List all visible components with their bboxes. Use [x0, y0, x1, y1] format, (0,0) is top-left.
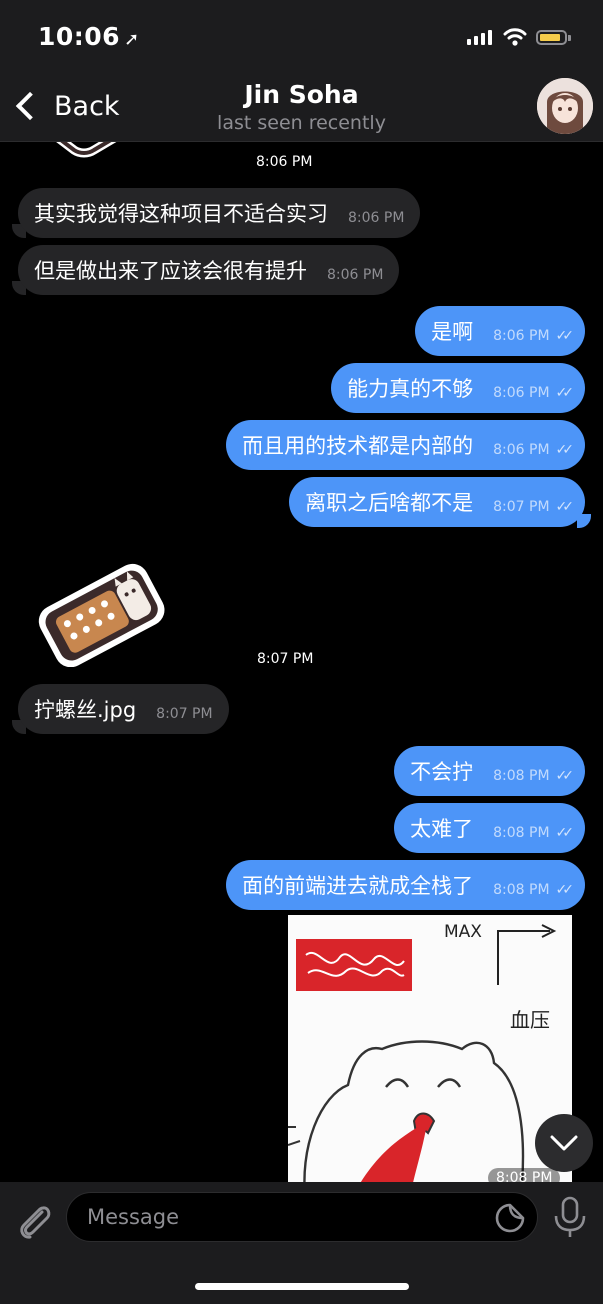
battery-icon — [536, 30, 571, 45]
message-bubble-outgoing[interactable]: 面的前端进去就成全栈了 8:08 PM ✓✓ — [226, 860, 585, 910]
scroll-to-bottom-button[interactable] — [535, 1114, 593, 1172]
message-text: 而且用的技术都是内部的 — [242, 434, 474, 458]
photo-message[interactable]: MAX 血压 — [288, 915, 572, 1182]
message-bubble-outgoing[interactable]: 能力真的不够 8:06 PM ✓✓ — [331, 363, 585, 413]
message-bubble-outgoing[interactable]: 太难了 8:08 PM ✓✓ — [394, 803, 585, 853]
wifi-icon — [503, 27, 527, 51]
read-checkmarks-icon: ✓✓ — [555, 825, 575, 841]
message-time: 8:07 PM — [257, 651, 314, 667]
message-time: 8:08 PM — [488, 1168, 561, 1182]
message-text: 太难了 — [410, 817, 474, 841]
sticker-message[interactable] — [28, 552, 176, 668]
microphone-icon[interactable] — [552, 1196, 588, 1238]
location-arrow-icon: ➚ — [124, 29, 140, 50]
paperclip-icon[interactable] — [14, 1200, 54, 1240]
contact-status: last seen recently — [217, 112, 386, 134]
chat-header: Back Jin Soha last seen recently — [0, 72, 603, 142]
home-indicator[interactable] — [195, 1283, 409, 1290]
message-text: 离职之后啥都不是 — [305, 491, 474, 515]
read-checkmarks-icon: ✓✓ — [555, 385, 575, 401]
message-time: 8:07 PM — [156, 706, 213, 722]
message-time: 8:06 PM — [348, 210, 405, 226]
message-bubble-outgoing[interactable]: 不会拧 8:08 PM ✓✓ — [394, 746, 585, 796]
composer-bar — [0, 1182, 603, 1304]
sticker-message[interactable] — [34, 142, 144, 164]
sticker-icon[interactable] — [494, 1202, 526, 1234]
contact-name[interactable]: Jin Soha — [0, 80, 603, 109]
image-text-max: MAX — [444, 922, 482, 942]
read-checkmarks-icon: ✓✓ — [555, 768, 575, 784]
read-checkmarks-icon: ✓✓ — [555, 328, 575, 344]
message-time: 8:06 PM — [493, 328, 550, 344]
message-text: 面的前端进去就成全栈了 — [242, 874, 474, 898]
message-bubble-incoming[interactable]: 拧螺丝.jpg 8:07 PM — [18, 684, 229, 734]
message-text: 能力真的不够 — [347, 377, 474, 401]
signal-bars-icon — [467, 30, 492, 45]
read-checkmarks-icon: ✓✓ — [555, 442, 575, 458]
clock-text: 10:06 — [38, 22, 121, 51]
message-time: 8:06 PM — [493, 442, 550, 458]
message-text: 但是做出来了应该会很有提升 — [34, 259, 307, 283]
image-text-pressure: 血压 — [510, 1008, 550, 1032]
chevron-down-icon — [550, 1135, 578, 1151]
read-checkmarks-icon: ✓✓ — [555, 499, 575, 515]
message-text: 拧螺丝.jpg — [34, 698, 137, 722]
message-time: 8:06 PM — [493, 385, 550, 401]
message-bubble-incoming[interactable]: 但是做出来了应该会很有提升 8:06 PM — [18, 245, 400, 295]
message-time: 8:06 PM — [327, 267, 384, 283]
message-time: 8:07 PM — [493, 499, 550, 515]
status-bar: 10:06 ➚ — [0, 0, 603, 72]
message-time: 8:08 PM — [493, 825, 550, 841]
message-time: 8:08 PM — [493, 882, 550, 898]
message-input[interactable] — [66, 1192, 538, 1242]
status-time: 10:06 ➚ — [38, 22, 140, 51]
message-text: 其实我觉得这种项目不适合实习 — [34, 202, 328, 226]
avatar[interactable] — [537, 78, 593, 134]
message-text: 不会拧 — [410, 760, 474, 784]
message-list[interactable]: 8:06 PM 其实我觉得这种项目不适合实习 8:06 PM 但是做出来了应该会… — [0, 142, 603, 1182]
message-text: 是啊 — [431, 320, 474, 344]
message-bubble-outgoing[interactable]: 离职之后啥都不是 8:07 PM ✓✓ — [289, 477, 585, 527]
message-bubble-incoming[interactable]: 其实我觉得这种项目不适合实习 8:06 PM — [18, 188, 421, 238]
read-checkmarks-icon: ✓✓ — [555, 882, 575, 898]
message-time: 8:06 PM — [256, 154, 313, 170]
message-time: 8:08 PM — [493, 768, 550, 784]
message-bubble-outgoing[interactable]: 而且用的技术都是内部的 8:06 PM ✓✓ — [226, 420, 585, 470]
message-bubble-outgoing[interactable]: 是啊 8:06 PM ✓✓ — [415, 306, 585, 356]
